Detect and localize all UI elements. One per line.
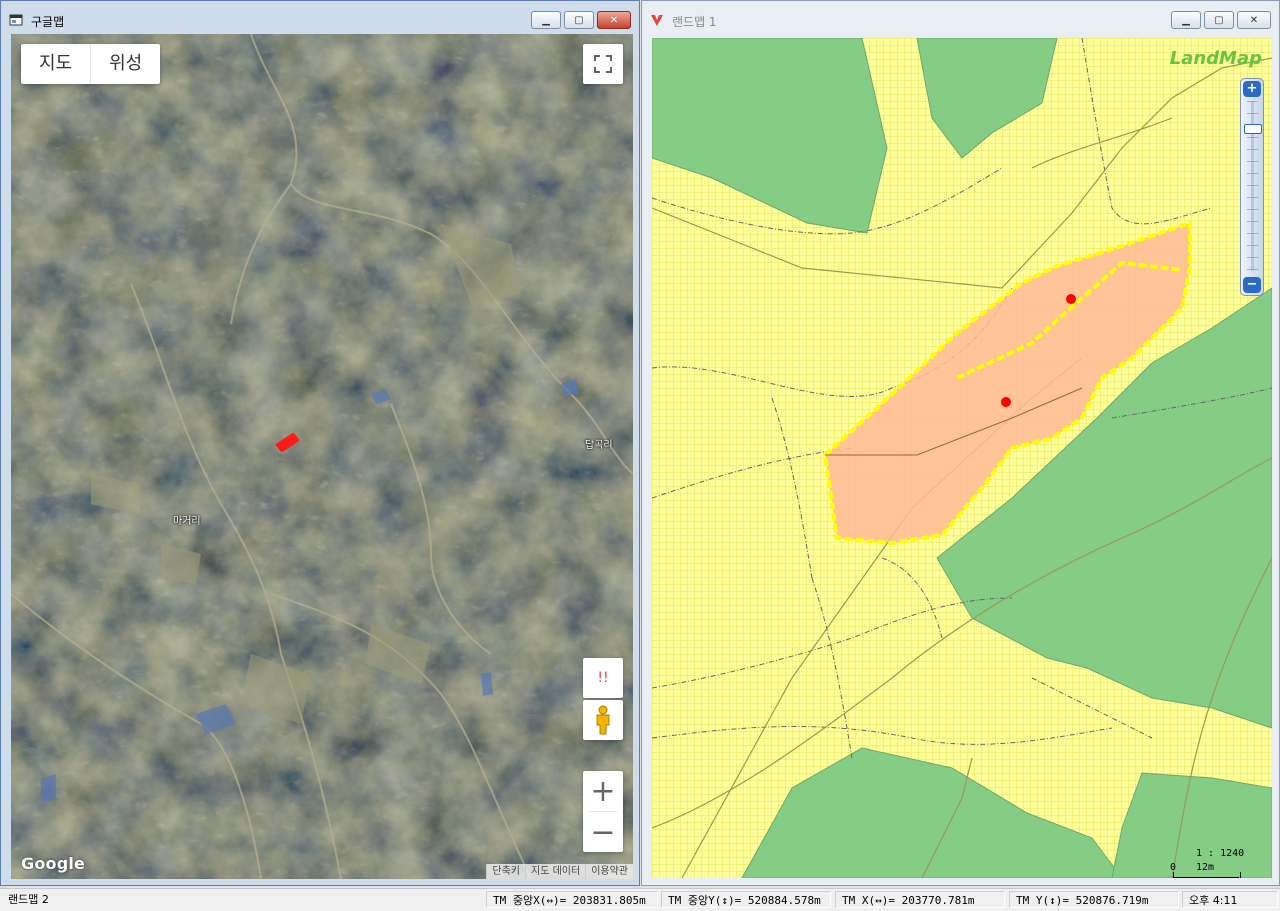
zoom-in-button[interactable]: + — [583, 771, 623, 811]
fullscreen-icon — [594, 55, 612, 73]
maximize-icon: ▢ — [1214, 14, 1224, 26]
landmap-window: 랜드맵 1 ▁ ▢ ✕ LandMap + − 1: 1240 0 12m — [641, 0, 1280, 886]
place-label-mageori: 마거리 — [173, 516, 201, 527]
status-tm-center-y: TM 중앙Y(↕)= 520884.578m — [661, 891, 831, 908]
plus-icon: + — [590, 773, 616, 809]
zoom-in-button[interactable]: + — [1243, 81, 1261, 97]
close-icon: ✕ — [609, 14, 619, 26]
window-title: 구글맵 — [31, 15, 65, 29]
close-button[interactable]: ✕ — [1237, 11, 1271, 29]
scale-ratio: 1 : 1240 — [1196, 848, 1245, 859]
fullscreen-button[interactable] — [583, 44, 623, 84]
map-data-link[interactable]: 지도 데이터 — [525, 864, 586, 879]
status-tm-center-x: TM 중앙X(↔)= 203831.805m — [486, 891, 658, 908]
close-icon: ✕ — [1249, 14, 1259, 26]
location-marker[interactable] — [1001, 397, 1011, 407]
report-label: !! — [597, 670, 609, 686]
minus-icon: − — [1246, 277, 1258, 292]
status-tm-y: TM Y(↕)= 520876.719m — [1009, 891, 1179, 908]
satellite-map-view[interactable]: 지도 위성 답곡리 마거리 !! + − Google 단축키 지도 데이터 이… — [11, 34, 633, 879]
zoom-thumb[interactable] — [1244, 124, 1262, 134]
scale-line — [1173, 877, 1239, 878]
status-tm-x: TM X(↔)= 203770.781m — [835, 891, 1005, 908]
minimize-button[interactable]: ▁ — [531, 11, 561, 29]
landmap-app-icon — [650, 13, 664, 27]
location-marker[interactable] — [1066, 294, 1076, 304]
maximize-icon: ▢ — [574, 14, 584, 26]
zoom-slider[interactable]: + − — [1240, 78, 1264, 296]
zoom-control: + − — [583, 771, 623, 852]
maximize-button[interactable]: ▢ — [564, 11, 594, 29]
status-app-label: 랜드맵 2 — [8, 893, 49, 906]
report-problem-button[interactable]: !! — [583, 658, 623, 698]
zoom-out-button[interactable]: − — [583, 812, 623, 852]
place-label-dapgokri: 답곡리 — [585, 440, 613, 451]
map-type-satellite-button[interactable]: 위성 — [90, 44, 160, 84]
cadastral-map — [652, 38, 1272, 878]
keyboard-shortcuts-link[interactable]: 단축키 — [486, 864, 525, 879]
minus-icon: − — [590, 814, 616, 850]
google-map-window: 구글맵 ▁ ▢ ✕ 지도 위성 답곡리 마거리 !! + − Google 단축… — [0, 0, 640, 886]
terms-link[interactable]: 이용약관 — [585, 864, 633, 879]
map-type-control: 지도 위성 — [21, 44, 161, 84]
google-logo: Google — [21, 854, 86, 873]
plus-icon: + — [1246, 81, 1258, 96]
street-view-pegman-button[interactable] — [583, 700, 623, 740]
status-bar: 랜드맵 2 TM 중앙X(↔)= 203831.805m TM 중앙Y(↕)= … — [0, 888, 1280, 911]
status-clock: 오후 4:11 — [1182, 891, 1278, 908]
landmap-titlebar[interactable]: 랜드맵 1 ▁ ▢ ✕ — [642, 1, 1279, 33]
minimize-icon: ▁ — [542, 14, 550, 26]
window-app-icon — [9, 13, 23, 27]
map-attribution: 단축키 지도 데이터 이용약관 — [486, 864, 633, 879]
window-title: 랜드맵 1 — [672, 15, 717, 29]
maximize-button[interactable]: ▢ — [1204, 11, 1234, 29]
satellite-imagery — [11, 34, 633, 879]
cadastral-map-view[interactable]: LandMap + − 1 : 1240 0 12m — [652, 38, 1272, 878]
minimize-button[interactable]: ▁ — [1171, 11, 1201, 29]
close-button[interactable]: ✕ — [597, 11, 631, 29]
landmap-logo: LandMap — [1169, 48, 1262, 69]
map-type-map-button[interactable]: 지도 — [21, 44, 90, 84]
pegman-icon — [596, 705, 610, 735]
google-map-titlebar[interactable]: 구글맵 ▁ ▢ ✕ — [1, 1, 639, 33]
minimize-icon: ▁ — [1182, 14, 1190, 26]
zoom-out-button[interactable]: − — [1243, 277, 1261, 293]
